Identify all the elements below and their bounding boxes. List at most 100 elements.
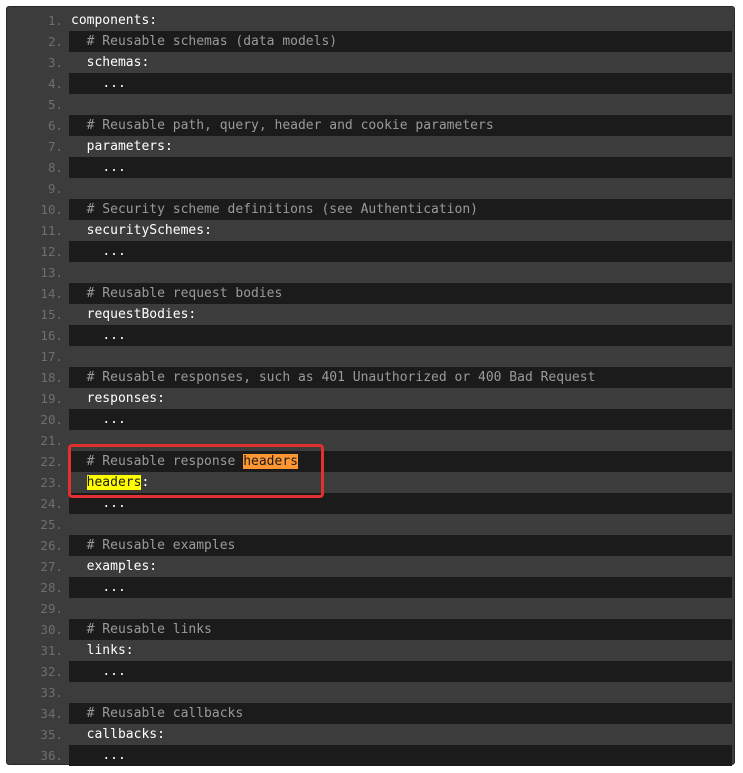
line-number: 13. <box>40 265 63 280</box>
code-comment: # Reusable response <box>86 454 244 469</box>
line-content: ... <box>69 325 732 346</box>
line-content: # Reusable response headers <box>69 451 732 472</box>
line-content: # Reusable responses, such as 401 Unauth… <box>69 367 732 388</box>
code-line: 17. <box>7 346 734 367</box>
line-content: ... <box>69 157 732 178</box>
code-line: 27. examples: <box>7 556 734 577</box>
code-line: 24. ... <box>7 493 734 514</box>
line-number: 2. <box>47 34 63 49</box>
code-line: 18. # Reusable responses, such as 401 Un… <box>7 367 734 388</box>
code-comment: # Reusable responses, such as 401 Unauth… <box>86 370 596 385</box>
line-number: 29. <box>40 601 63 616</box>
code-line: 2. # Reusable schemas (data models) <box>7 31 734 52</box>
code-comment: # Reusable request bodies <box>86 286 283 301</box>
code-token: requestBodies <box>86 307 189 322</box>
line-content: components: <box>69 10 732 31</box>
code-line: 21. <box>7 430 734 451</box>
line-number: 22. <box>40 454 63 469</box>
code-line: 36. ... <box>7 745 734 766</box>
code-token: links <box>86 643 126 658</box>
code-line: 16. ... <box>7 325 734 346</box>
code-line: 30. # Reusable links <box>7 619 734 640</box>
code-token: components <box>71 13 150 28</box>
code-comment: # Reusable callbacks <box>86 706 244 721</box>
code-line: 31. links: <box>7 640 734 661</box>
line-number: 23. <box>40 475 63 490</box>
line-content: ... <box>69 241 732 262</box>
line-number: 18. <box>40 370 63 385</box>
line-number: 21. <box>40 433 63 448</box>
line-number: 20. <box>40 412 63 427</box>
code-token: ... <box>102 160 126 175</box>
line-content: ... <box>69 493 732 514</box>
code-line: 12. ... <box>7 241 734 262</box>
code-line: 35. callbacks: <box>7 724 734 745</box>
code-token: ... <box>102 580 126 595</box>
code-line: 1. components: <box>7 10 734 31</box>
code-comment: # Reusable examples <box>86 538 236 553</box>
search-match: headers <box>86 475 142 490</box>
code-punctuation: : <box>141 55 150 70</box>
code-line: 4. ... <box>7 73 734 94</box>
line-content: examples: <box>69 556 732 577</box>
line-content: responses: <box>69 388 732 409</box>
line-content: callbacks: <box>69 724 732 745</box>
line-number: 9. <box>47 181 63 196</box>
line-content <box>69 682 732 703</box>
line-content: ... <box>69 577 732 598</box>
line-content: ... <box>69 409 732 430</box>
line-content: # Reusable links <box>69 619 732 640</box>
line-content <box>69 514 732 535</box>
code-token: ... <box>102 76 126 91</box>
line-number: 1. <box>47 13 63 28</box>
line-number: 7. <box>47 139 63 154</box>
line-content <box>69 430 732 451</box>
line-content: requestBodies: <box>69 304 732 325</box>
line-content: # Reusable request bodies <box>69 283 732 304</box>
line-number: 26. <box>40 538 63 553</box>
code-line: 14. # Reusable request bodies <box>7 283 734 304</box>
code-block: 1. components: 2. # Reusable schemas (data… <box>6 6 735 766</box>
code-line: 10. # Security scheme definitions (see A… <box>7 199 734 220</box>
line-number: 24. <box>40 496 63 511</box>
code-line: 15. requestBodies: <box>7 304 734 325</box>
line-content <box>69 262 732 283</box>
code-punctuation: : <box>204 223 212 238</box>
code-token: ... <box>102 748 126 763</box>
line-number: 15. <box>40 307 63 322</box>
line-content <box>69 598 732 619</box>
code-token: ... <box>102 496 126 511</box>
line-number: 19. <box>40 391 63 406</box>
line-number: 36. <box>40 748 63 763</box>
line-number: 3. <box>47 55 63 70</box>
line-content <box>69 94 732 115</box>
line-content: headers: <box>69 472 732 493</box>
line-content: ... <box>69 73 732 94</box>
line-number: 10. <box>40 202 63 217</box>
code-token: parameters <box>86 139 165 154</box>
line-number: 12. <box>40 244 63 259</box>
code-token: ... <box>102 664 126 679</box>
line-number: 31. <box>40 643 63 658</box>
code-line: 7. parameters: <box>7 136 734 157</box>
code-punctuation: : <box>125 643 134 658</box>
line-number: 5. <box>47 97 63 112</box>
line-content: parameters: <box>69 136 732 157</box>
code-line: 32. ... <box>7 661 734 682</box>
line-content: # Reusable schemas (data models) <box>69 31 732 52</box>
code-line: 25. <box>7 514 734 535</box>
code-line: 6. # Reusable path, query, header and co… <box>7 115 734 136</box>
code-line: 3. schemas: <box>7 52 734 73</box>
search-match-current: headers <box>243 454 298 469</box>
line-content: # Security scheme definitions (see Authe… <box>69 199 732 220</box>
line-number: 32. <box>40 664 63 679</box>
line-number: 34. <box>40 706 63 721</box>
code-line: 28. ... <box>7 577 734 598</box>
code-line: 34. # Reusable callbacks <box>7 703 734 724</box>
code-punctuation: : <box>157 391 165 406</box>
line-number: 16. <box>40 328 63 343</box>
code-token: schemas <box>86 55 142 70</box>
code-punctuation: : <box>164 139 173 154</box>
line-content: ... <box>69 745 732 766</box>
code-comment: # Reusable path, query, header and cooki… <box>86 118 494 133</box>
